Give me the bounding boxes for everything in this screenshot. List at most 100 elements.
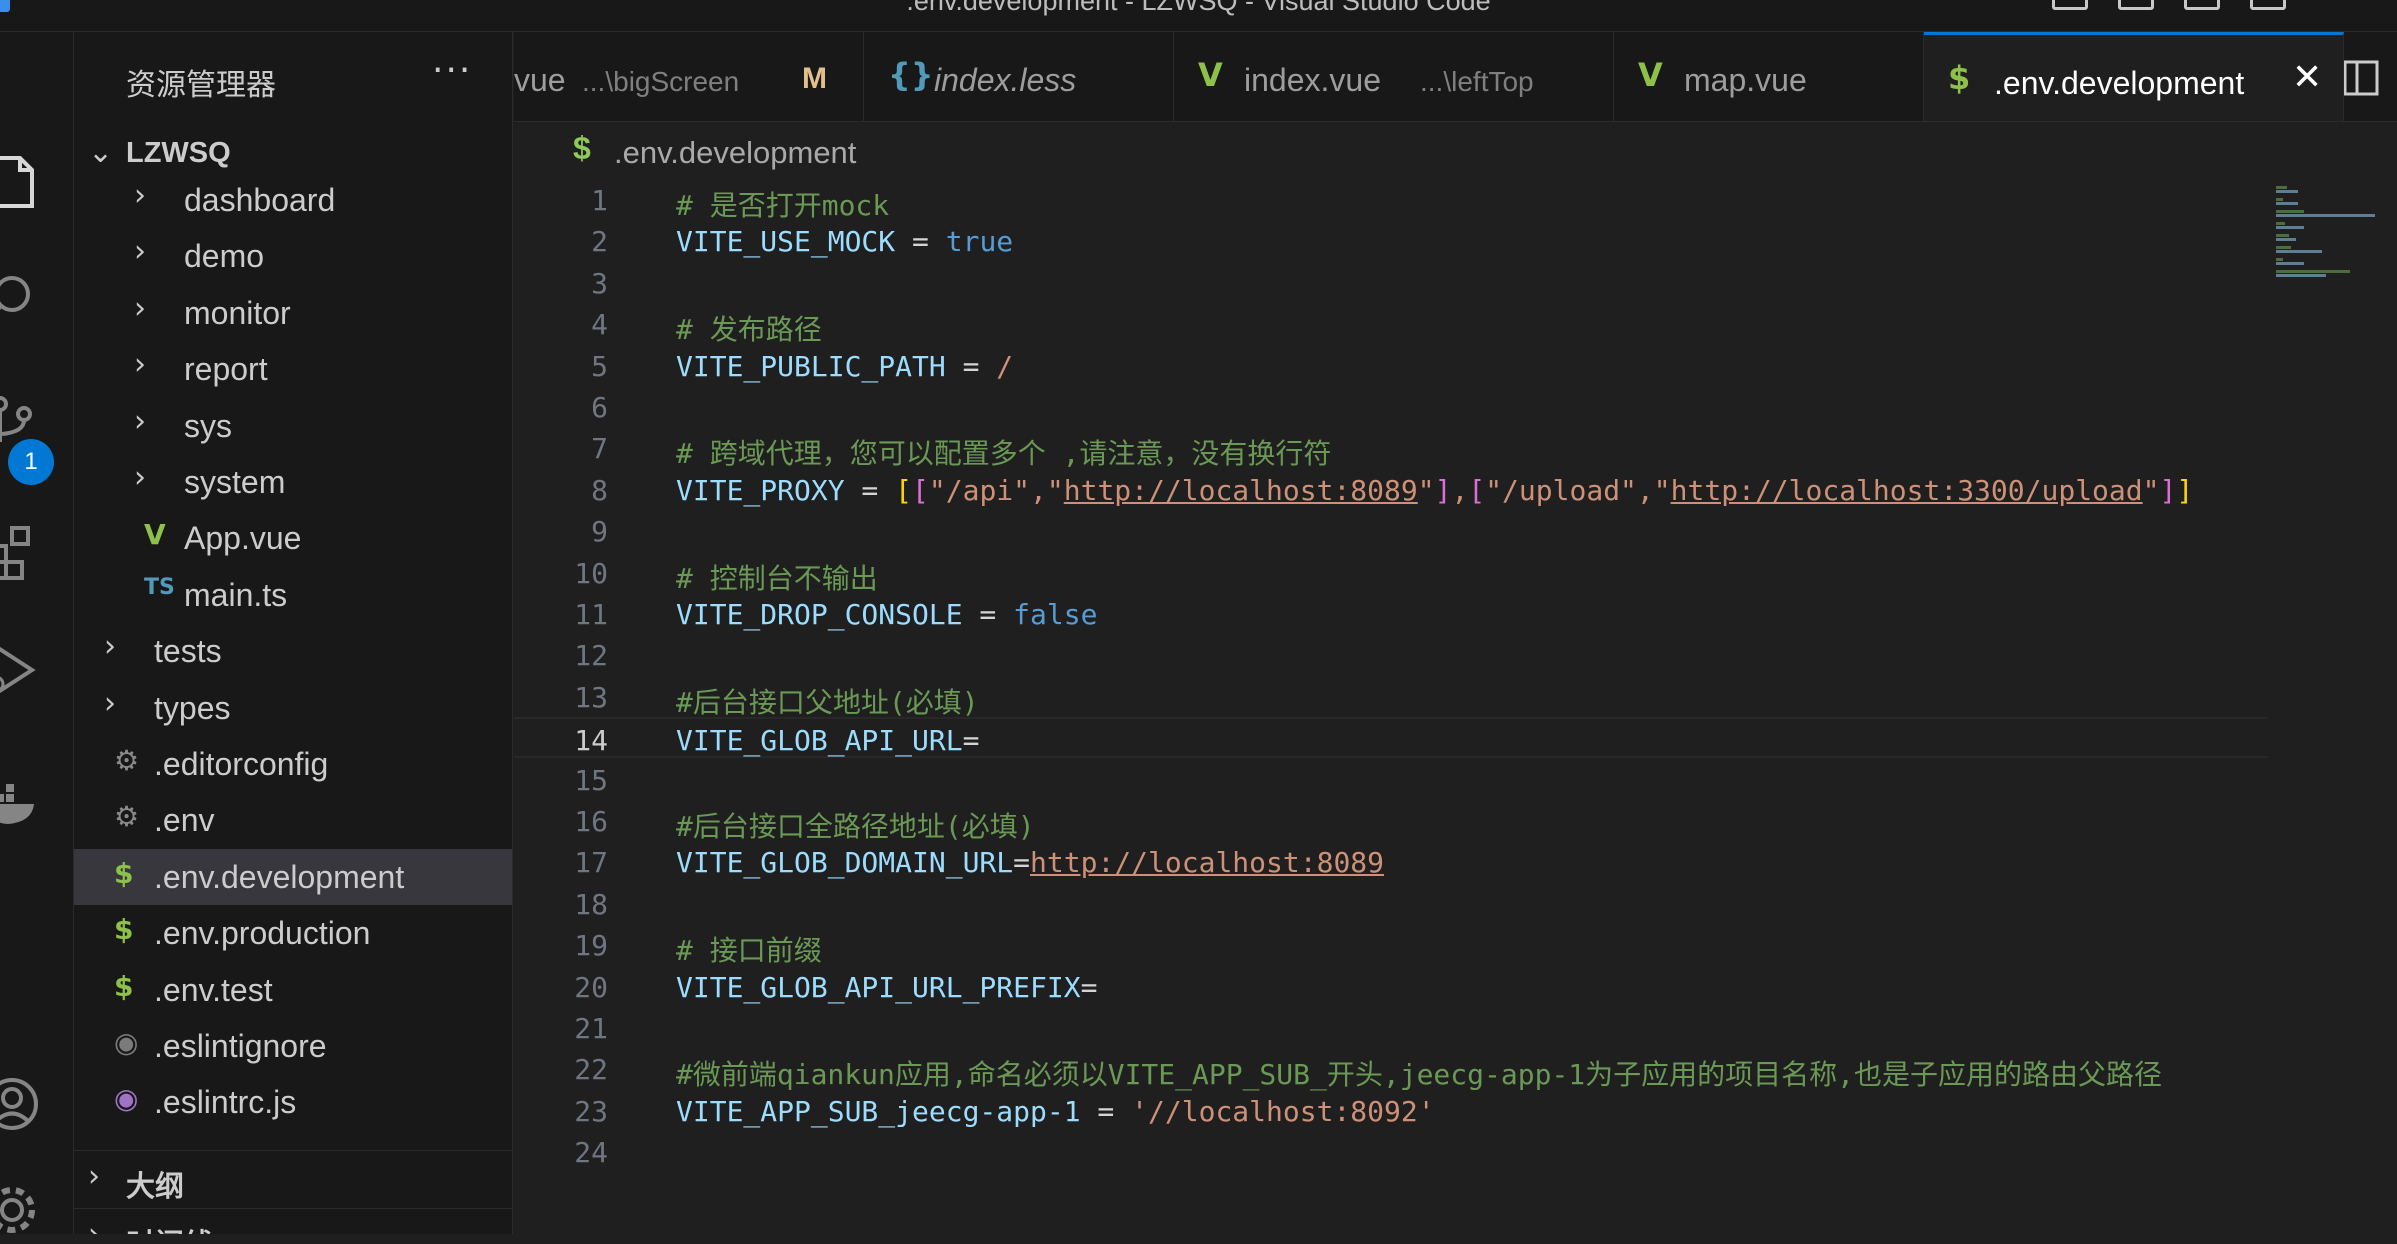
code-line[interactable]: 14 VITE_GLOB_API_URL=	[514, 717, 2268, 759]
code-line[interactable]: 16 #后台接口全路径地址(必填)	[514, 800, 2268, 843]
code-line[interactable]: 13 #后台接口父地址(必填)	[514, 676, 2268, 719]
tree-item-label: .eslintignore	[154, 1028, 327, 1064]
code-token: true	[945, 225, 1014, 259]
minimap[interactable]	[2268, 178, 2397, 1234]
code-line[interactable]: 1 # 是否打开mock	[514, 179, 2268, 222]
gear-icon: ⚙	[114, 800, 140, 834]
code-token: =	[844, 473, 896, 507]
tree-item[interactable]: › sys	[74, 398, 512, 454]
tree-item[interactable]: ◉ .eslintrc.js	[74, 1074, 512, 1130]
tab-map-vue[interactable]: Vmap.vue	[1614, 32, 1924, 121]
tab-index-less[interactable]: {} index.less	[864, 32, 1174, 121]
minimap-line	[2276, 258, 2283, 261]
code-line[interactable]: 17 VITE_GLOB_DOMAIN_URL=http://localhost:…	[514, 841, 2268, 882]
timeline-section[interactable]: › 时间线	[74, 1208, 512, 1234]
account-icon[interactable]	[0, 1066, 72, 1138]
code-token: =	[1080, 1094, 1132, 1128]
outline-section[interactable]: › 大纲	[74, 1150, 512, 1206]
chevron-right-icon: ›	[134, 234, 146, 270]
title-bar: .env.development - LZWSQ - Visual Studio…	[0, 0, 2397, 32]
code-token: ,	[1451, 473, 1469, 507]
code-line[interactable]: 20 VITE_GLOB_API_URL_PREFIX=	[514, 966, 2268, 1007]
window-title: .env.development - LZWSQ - Visual Studio…	[906, 0, 1491, 16]
tab-index-vue[interactable]: Vindex.vue ...\leftTop	[1174, 32, 1614, 121]
tree-item-label: tests	[154, 633, 222, 670]
code-line[interactable]: 21	[514, 1007, 2268, 1048]
line-number: 5	[591, 349, 608, 383]
tree-item[interactable]: › dashboard	[74, 172, 512, 228]
tree-item[interactable]: › monitor	[74, 285, 512, 341]
activity-bar: 1	[0, 32, 74, 1234]
toggle-sidebar-icon[interactable]	[2052, 0, 2088, 10]
tree-item[interactable]: $ .env.production	[74, 905, 512, 961]
settings-gear-icon[interactable]	[0, 1172, 72, 1244]
tree-item[interactable]: V App.vue	[74, 510, 512, 566]
code-line[interactable]: 5 VITE_PUBLIC_PATH = /	[514, 345, 2268, 386]
breadcrumb-file[interactable]: .env.development	[614, 135, 856, 171]
docker-icon[interactable]	[0, 768, 72, 840]
code-line[interactable]: 6	[514, 386, 2268, 427]
code-token: '//localhost:8092'	[1131, 1094, 1435, 1128]
code-token: # 是否打开mock	[676, 189, 890, 222]
code-line[interactable]: 9	[514, 510, 2268, 551]
code-token: VITE_GLOB_DOMAIN_URL	[676, 846, 1014, 880]
tree-item-label: report	[184, 351, 268, 388]
search-icon[interactable]	[0, 262, 72, 334]
code-line[interactable]: 24	[514, 1131, 2268, 1172]
line-number: 15	[574, 763, 608, 797]
line-content: # 控制台不输出	[676, 557, 878, 597]
tab-label: .env.development	[1994, 65, 2245, 101]
run-debug-icon[interactable]	[0, 632, 72, 704]
tree-item[interactable]: › demo	[74, 228, 512, 284]
toggle-panel-icon[interactable]	[2118, 0, 2154, 10]
outline-section-label: 大纲	[126, 1169, 185, 1203]
tab-vue[interactable]: vue ...\bigScreen M	[514, 32, 864, 121]
code-token: #微前端qiankun应用,命名必须以VITE_APP_SUB_开头,jeecg…	[676, 1058, 2163, 1092]
minimap-line	[2276, 238, 2296, 241]
code-line[interactable]: 18	[514, 883, 2268, 924]
tree-item[interactable]: ◉ .eslintignore	[74, 1018, 512, 1074]
minimap-line	[2276, 202, 2298, 205]
split-editor-icon[interactable]	[2337, 32, 2397, 121]
tree-item[interactable]: › tests	[74, 623, 512, 679]
code-editor[interactable]: 1 # 是否打开mock 2 VITE_USE_MOCK = true 3 4 # 发布路径…	[514, 178, 2268, 1234]
tree-item[interactable]: › system	[74, 454, 512, 510]
line-number: 13	[574, 680, 608, 714]
code-line[interactable]: 8 VITE_PROXY = [["/api","http://localhost…	[514, 469, 2268, 510]
tree-item[interactable]: › report	[74, 341, 512, 397]
code-token: VITE_DROP_CONSOLE	[676, 598, 963, 631]
code-line[interactable]: 4 # 发布路径	[514, 303, 2268, 346]
tree-item[interactable]: $ .env.test	[74, 962, 512, 1018]
code-line[interactable]: 23 VITE_APP_SUB_jeecg-app-1 = '//localhos…	[514, 1090, 2268, 1131]
tree-item[interactable]: ⚙ .env	[74, 792, 512, 848]
extensions-icon[interactable]	[0, 512, 72, 584]
code-line[interactable]: 10 # 控制台不输出	[514, 552, 2268, 595]
code-line[interactable]: 15	[514, 759, 2268, 800]
json-braces-icon: {}	[888, 56, 934, 94]
more-actions-icon[interactable]: ···	[432, 50, 472, 91]
chevron-right-icon: ›	[134, 460, 146, 495]
code-line[interactable]: 2 VITE_USE_MOCK = true	[514, 220, 2268, 261]
editor-tab-bar: vue ...\bigScreen M {} index.less Vindex.vue.…	[514, 32, 2397, 122]
tree-item[interactable]: TS main.ts	[74, 567, 512, 623]
code-line[interactable]: 3	[514, 262, 2268, 303]
code-line[interactable]: 7 # 跨域代理，您可以配置多个 ,请注意，没有换行符	[514, 427, 2268, 470]
explorer-icon[interactable]	[0, 144, 72, 216]
close-icon[interactable]: ✕	[2292, 57, 2322, 98]
tree-item[interactable]: › types	[74, 680, 512, 736]
code-token: ]	[2159, 473, 2177, 507]
toggle-secondary-sidebar-icon[interactable]	[2184, 0, 2220, 10]
code-line[interactable]: 19 # 接口前缀	[514, 924, 2268, 967]
tab-label: vue	[514, 62, 566, 98]
tab-env-development[interactable]: $ .env.development ✕	[1924, 32, 2344, 121]
minimap-line	[2276, 214, 2375, 217]
tree-item-label: monitor	[184, 294, 291, 331]
code-line[interactable]: 12	[514, 634, 2268, 675]
tree-item[interactable]: $ .env.development	[74, 848, 512, 905]
tree-item[interactable]: ⚙ .editorconfig	[74, 736, 512, 792]
code-line[interactable]: 11 VITE_DROP_CONSOLE = false	[514, 593, 2268, 634]
customize-layout-icon[interactable]	[2250, 0, 2286, 10]
code-line[interactable]: 22 #微前端qiankun应用,命名必须以VITE_APP_SUB_开头,jee…	[514, 1048, 2268, 1092]
chevron-right-icon: ›	[134, 178, 146, 213]
tab-path: ...\leftTop	[1420, 66, 1534, 97]
